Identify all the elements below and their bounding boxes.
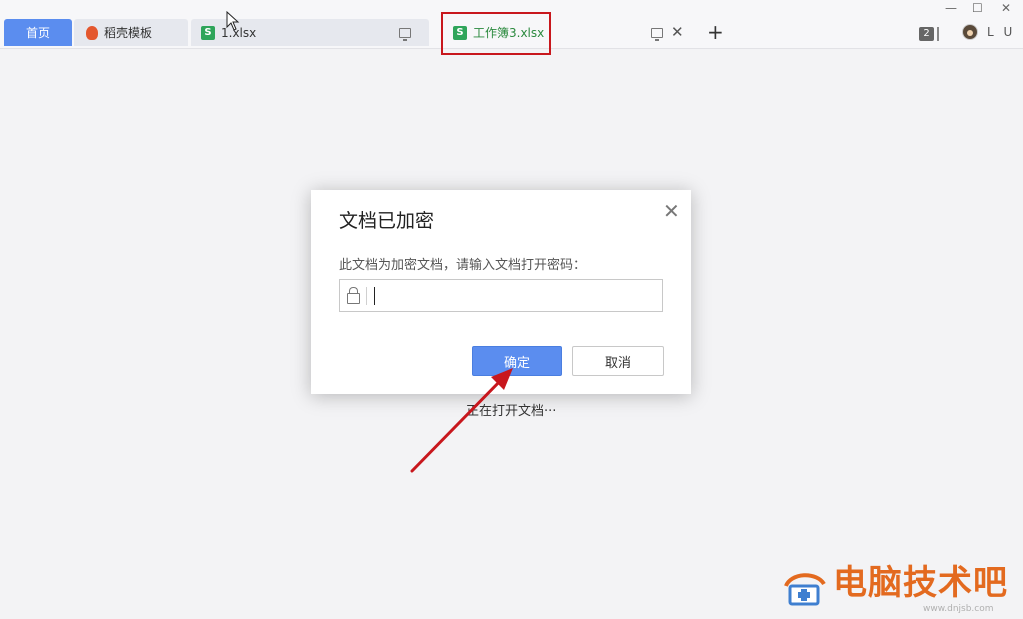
- mouse-cursor-icon: [226, 11, 240, 31]
- dialog-close-icon[interactable]: ✕: [663, 201, 680, 221]
- monitor-icon[interactable]: [651, 28, 663, 41]
- password-field[interactable]: [339, 279, 663, 312]
- window-count-bar-icon: [937, 27, 939, 41]
- highlight-box: [441, 12, 551, 55]
- watermark-domain: www.dnjsb.com: [923, 604, 994, 614]
- new-tab-button[interactable]: +: [707, 22, 724, 42]
- watermark-logo-icon: [784, 573, 826, 606]
- user-name[interactable]: L U: [987, 25, 1015, 39]
- watermark-brand: 电脑技术吧: [833, 563, 1008, 603]
- window-count-badge[interactable]: 2: [919, 27, 934, 41]
- avatar[interactable]: [962, 24, 978, 40]
- tab-home[interactable]: 首页: [4, 19, 72, 46]
- close-window-icon[interactable]: ✕: [1001, 2, 1011, 14]
- tab-home-label: 首页: [25, 26, 50, 40]
- monitor-icon[interactable]: [399, 28, 411, 41]
- field-divider: [366, 287, 367, 305]
- tab-bar: 首页 稻壳模板 S 1.xlsx S 工作簿3.xlsx ✕ + — ☐ ✕ 2…: [0, 0, 1023, 55]
- minimize-icon[interactable]: —: [945, 2, 957, 14]
- password-input[interactable]: [373, 284, 657, 310]
- tab-template-label: 稻壳模板: [104, 26, 153, 40]
- spreadsheet-icon: S: [201, 25, 215, 40]
- lock-icon: [347, 287, 360, 304]
- cancel-button[interactable]: 取消: [572, 346, 664, 376]
- maximize-icon[interactable]: ☐: [972, 2, 983, 14]
- daoke-logo-icon: [86, 25, 98, 40]
- annotation-arrow: [410, 368, 513, 473]
- text-caret: [374, 287, 375, 305]
- dialog-title: 文档已加密: [339, 210, 435, 232]
- close-tab-icon[interactable]: ✕: [671, 25, 684, 40]
- dialog-message: 此文档为加密文档，请输入文档打开密码：: [339, 258, 587, 273]
- tab-template[interactable]: 稻壳模板: [74, 19, 188, 46]
